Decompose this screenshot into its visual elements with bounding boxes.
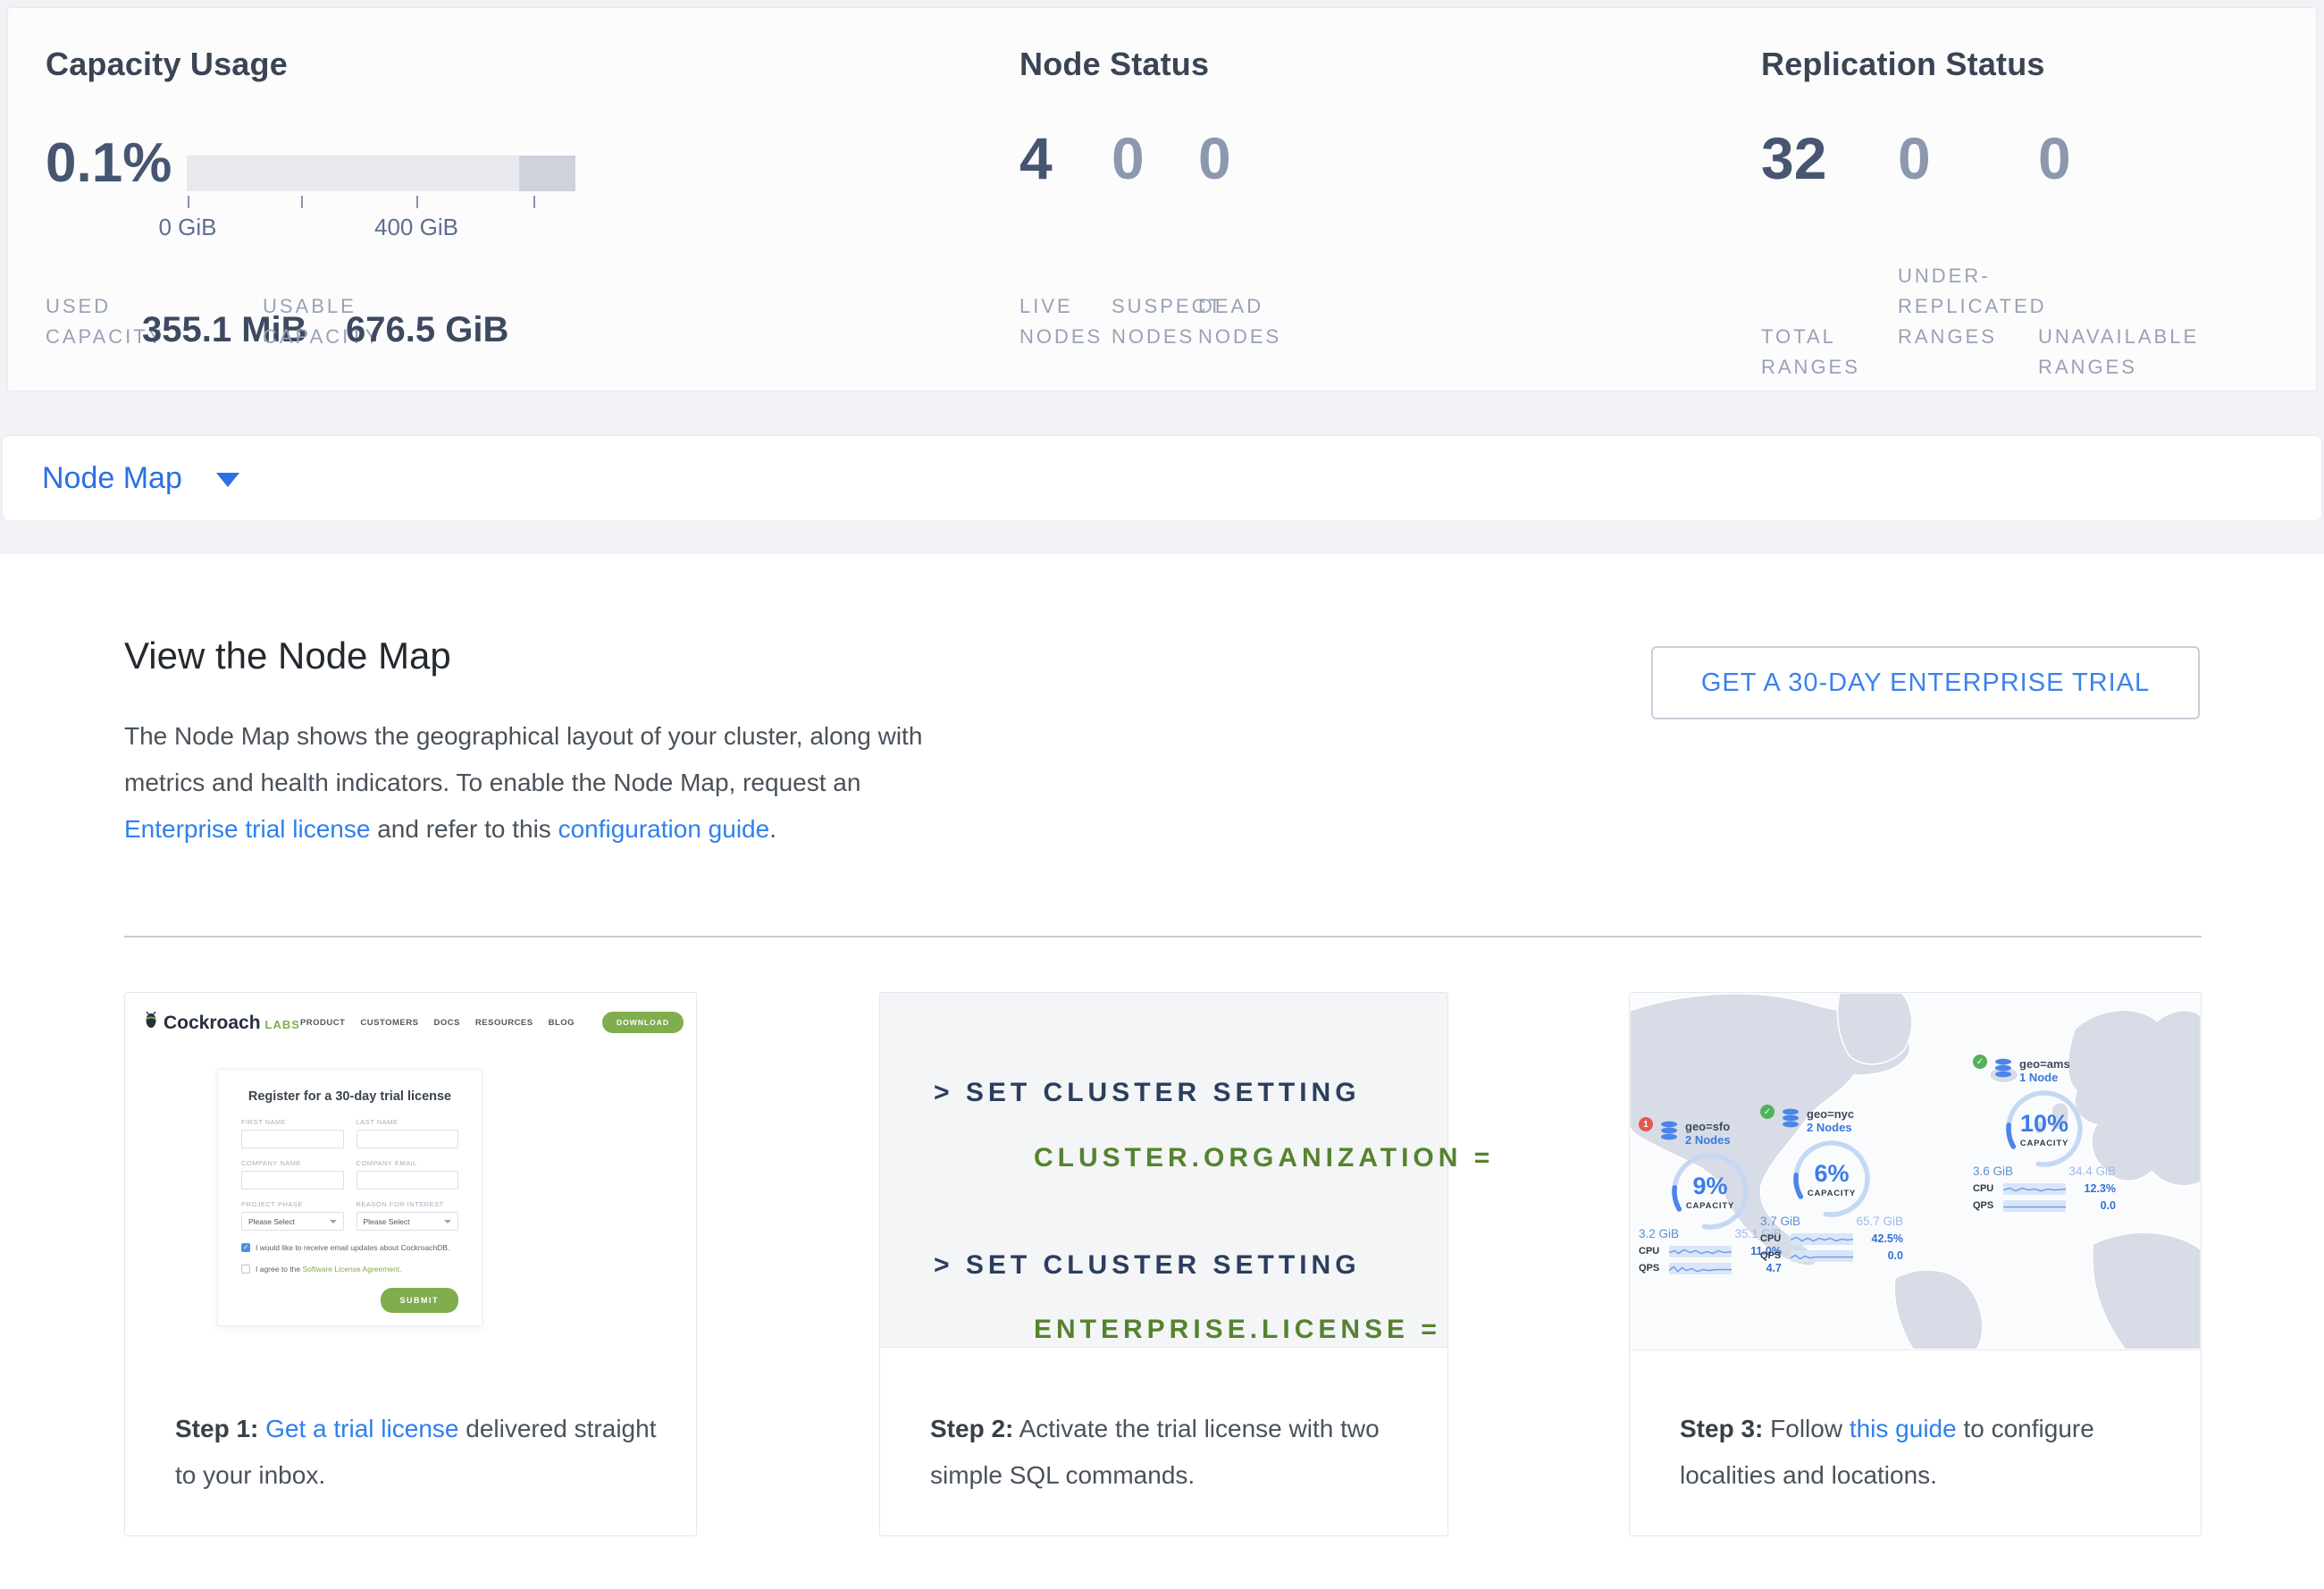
locality-ams: geo=ams 1 Node 10% CAPACITY 3.6 GiB bbox=[1973, 1057, 2116, 1212]
live-nodes-count: 4 bbox=[1019, 124, 1053, 192]
view-selector-dropdown[interactable]: Node Map bbox=[2, 435, 2322, 521]
qps-sparkline bbox=[2003, 1200, 2066, 1212]
cluster-overview-panel: Capacity Usage 0.1% 0 GiB 400 GiB USED C… bbox=[7, 7, 2317, 391]
nav-docs: DOCS bbox=[433, 1018, 459, 1028]
company-name-field bbox=[241, 1171, 344, 1190]
axis-tick bbox=[533, 196, 535, 208]
dead-nodes-count: 0 bbox=[1198, 124, 1231, 192]
software-license-agreement-link: Software License Agreement. bbox=[302, 1265, 401, 1274]
sql-commands-panel: > SET CLUSTER SETTING CLUSTER.ORGANIZATI… bbox=[880, 993, 1447, 1348]
cockroach-labs-logo: Cockroach LABS bbox=[143, 1011, 300, 1034]
nav-customers: CUSTOMERS bbox=[360, 1018, 418, 1028]
reason-for-interest-select: Please Select bbox=[357, 1212, 459, 1231]
healthy-badge bbox=[1760, 1105, 1774, 1119]
reason-for-interest-label: REASON FOR INTEREST bbox=[357, 1200, 459, 1208]
select-caret-icon bbox=[330, 1220, 337, 1223]
project-phase-select: Please Select bbox=[241, 1212, 344, 1231]
enterprise-trial-license-link[interactable]: Enterprise trial license bbox=[124, 815, 370, 843]
select-caret-icon bbox=[444, 1220, 451, 1223]
nav-blog: BLOG bbox=[549, 1018, 575, 1028]
capacity-gauge: 10% CAPACITY bbox=[2001, 1086, 2087, 1172]
license-agreement-checkbox bbox=[241, 1265, 250, 1274]
section-divider bbox=[124, 936, 2202, 937]
this-guide-link[interactable]: this guide bbox=[1850, 1415, 1957, 1442]
project-phase-label: PROJECT PHASE bbox=[241, 1200, 344, 1208]
suspect-nodes-count: 0 bbox=[1112, 124, 1145, 192]
nav-product: PRODUCT bbox=[300, 1018, 345, 1028]
last-name-field bbox=[357, 1130, 459, 1148]
database-icon bbox=[1658, 1120, 1680, 1141]
step-3-card: 1 geo=sfo 2 Nodes 9% bbox=[1629, 992, 2202, 1536]
qps-sparkline bbox=[1669, 1263, 1732, 1274]
view-selector-label[interactable]: Node Map bbox=[42, 461, 182, 496]
company-name-label: COMPANY NAME bbox=[241, 1159, 344, 1167]
configuration-guide-link[interactable]: configuration guide bbox=[558, 815, 770, 843]
sql-prompt-2: > SET CLUSTER SETTING bbox=[934, 1250, 1361, 1281]
site-header: Cockroach LABS PRODUCT CUSTOMERS DOCS RE… bbox=[143, 1007, 678, 1038]
submit-button: SUBMIT bbox=[381, 1288, 459, 1313]
nav-resources: RESOURCES bbox=[475, 1018, 533, 1028]
axis-tick bbox=[188, 196, 189, 208]
locality-nyc: geo=nyc 2 Nodes 6% CAPACITY 3.7 GiB bbox=[1760, 1107, 1903, 1262]
site-nav: PRODUCT CUSTOMERS DOCS RESOURCES BLOG DO… bbox=[300, 1012, 684, 1033]
capacity-bar bbox=[187, 156, 575, 191]
replication-status-title: Replication Status bbox=[1761, 46, 2045, 83]
step-2-caption: Step 2: Activate the trial license with … bbox=[930, 1406, 1415, 1499]
total-ranges-count: 32 bbox=[1761, 124, 1826, 192]
chevron-down-icon[interactable] bbox=[216, 473, 239, 487]
form-title: Register for a 30-day trial license bbox=[241, 1089, 458, 1104]
sql-setting-2: ENTERPRISE.LICENSE = bbox=[1034, 1315, 1441, 1345]
node-status-title: Node Status bbox=[1019, 46, 1209, 83]
get-enterprise-trial-button[interactable]: GET A 30-DAY ENTERPRISE TRIAL bbox=[1651, 646, 2200, 719]
capacity-usage-title: Capacity Usage bbox=[46, 46, 288, 83]
database-icon bbox=[1993, 1057, 2014, 1079]
node-map-placeholder-section: View the Node Map The Node Map shows the… bbox=[0, 554, 2324, 1589]
intro-paragraph: The Node Map shows the geographical layo… bbox=[124, 713, 964, 853]
axis-tick bbox=[301, 196, 303, 208]
total-ranges-label: TOTAL RANGES bbox=[1761, 322, 1860, 383]
usable-capacity-value: 676.5 GiB bbox=[346, 310, 508, 350]
under-replicated-count: 0 bbox=[1898, 124, 1931, 192]
database-icon bbox=[1780, 1107, 1801, 1129]
page-title: View the Node Map bbox=[124, 635, 451, 677]
company-email-label: COMPANY EMAIL bbox=[357, 1159, 459, 1167]
trial-license-site-screenshot: Cockroach LABS PRODUCT CUSTOMERS DOCS RE… bbox=[125, 993, 696, 1402]
error-badge: 1 bbox=[1639, 1117, 1653, 1131]
sql-prompt-1: > SET CLUSTER SETTING bbox=[934, 1078, 1361, 1108]
capacity-used-percent: 0.1% bbox=[46, 131, 172, 195]
first-name-field bbox=[241, 1130, 344, 1148]
axis-label-400: 400 GiB bbox=[354, 214, 479, 241]
cpu-sparkline bbox=[1791, 1233, 1853, 1245]
live-nodes-label: LIVE NODES bbox=[1019, 291, 1103, 352]
email-updates-checkbox bbox=[241, 1243, 250, 1252]
dead-nodes-label: DEAD NODES bbox=[1198, 291, 1281, 352]
healthy-badge bbox=[1973, 1055, 1987, 1069]
capacity-gauge: 6% CAPACITY bbox=[1789, 1136, 1875, 1222]
trial-registration-form: Register for a 30-day trial license FIRS… bbox=[217, 1069, 482, 1326]
axis-label-0: 0 GiB bbox=[125, 214, 250, 241]
axis-tick bbox=[416, 196, 418, 208]
get-trial-license-link[interactable]: Get a trial license bbox=[265, 1415, 458, 1442]
company-email-field bbox=[357, 1171, 459, 1190]
unavailable-ranges-count: 0 bbox=[2038, 124, 2071, 192]
step-3-caption: Step 3: Follow this guide to configure l… bbox=[1680, 1406, 2169, 1499]
first-name-label: FIRST NAME bbox=[241, 1118, 344, 1126]
sql-setting-1: CLUSTER.ORGANIZATION = bbox=[1034, 1143, 1494, 1173]
capacity-gauge: 9% CAPACITY bbox=[1667, 1148, 1753, 1234]
step-2-card: > SET CLUSTER SETTING CLUSTER.ORGANIZATI… bbox=[879, 992, 1448, 1536]
qps-sparkline bbox=[1791, 1250, 1853, 1262]
under-replicated-label: UNDER- REPLICATED RANGES bbox=[1898, 261, 2047, 352]
cockroach-bug-icon bbox=[143, 1011, 159, 1029]
node-map-preview: 1 geo=sfo 2 Nodes 9% bbox=[1630, 993, 2201, 1350]
cpu-sparkline bbox=[2003, 1183, 2066, 1195]
last-name-label: LAST NAME bbox=[357, 1118, 459, 1126]
capacity-bar-used-segment bbox=[519, 156, 575, 191]
step-1-card: Cockroach LABS PRODUCT CUSTOMERS DOCS RE… bbox=[124, 992, 697, 1536]
cpu-sparkline bbox=[1669, 1246, 1732, 1257]
download-button: DOWNLOAD bbox=[602, 1012, 684, 1033]
unavailable-ranges-label: UNAVAILABLE RANGES bbox=[2038, 322, 2199, 383]
step-1-caption: Step 1: Get a trial license delivered st… bbox=[175, 1406, 664, 1499]
